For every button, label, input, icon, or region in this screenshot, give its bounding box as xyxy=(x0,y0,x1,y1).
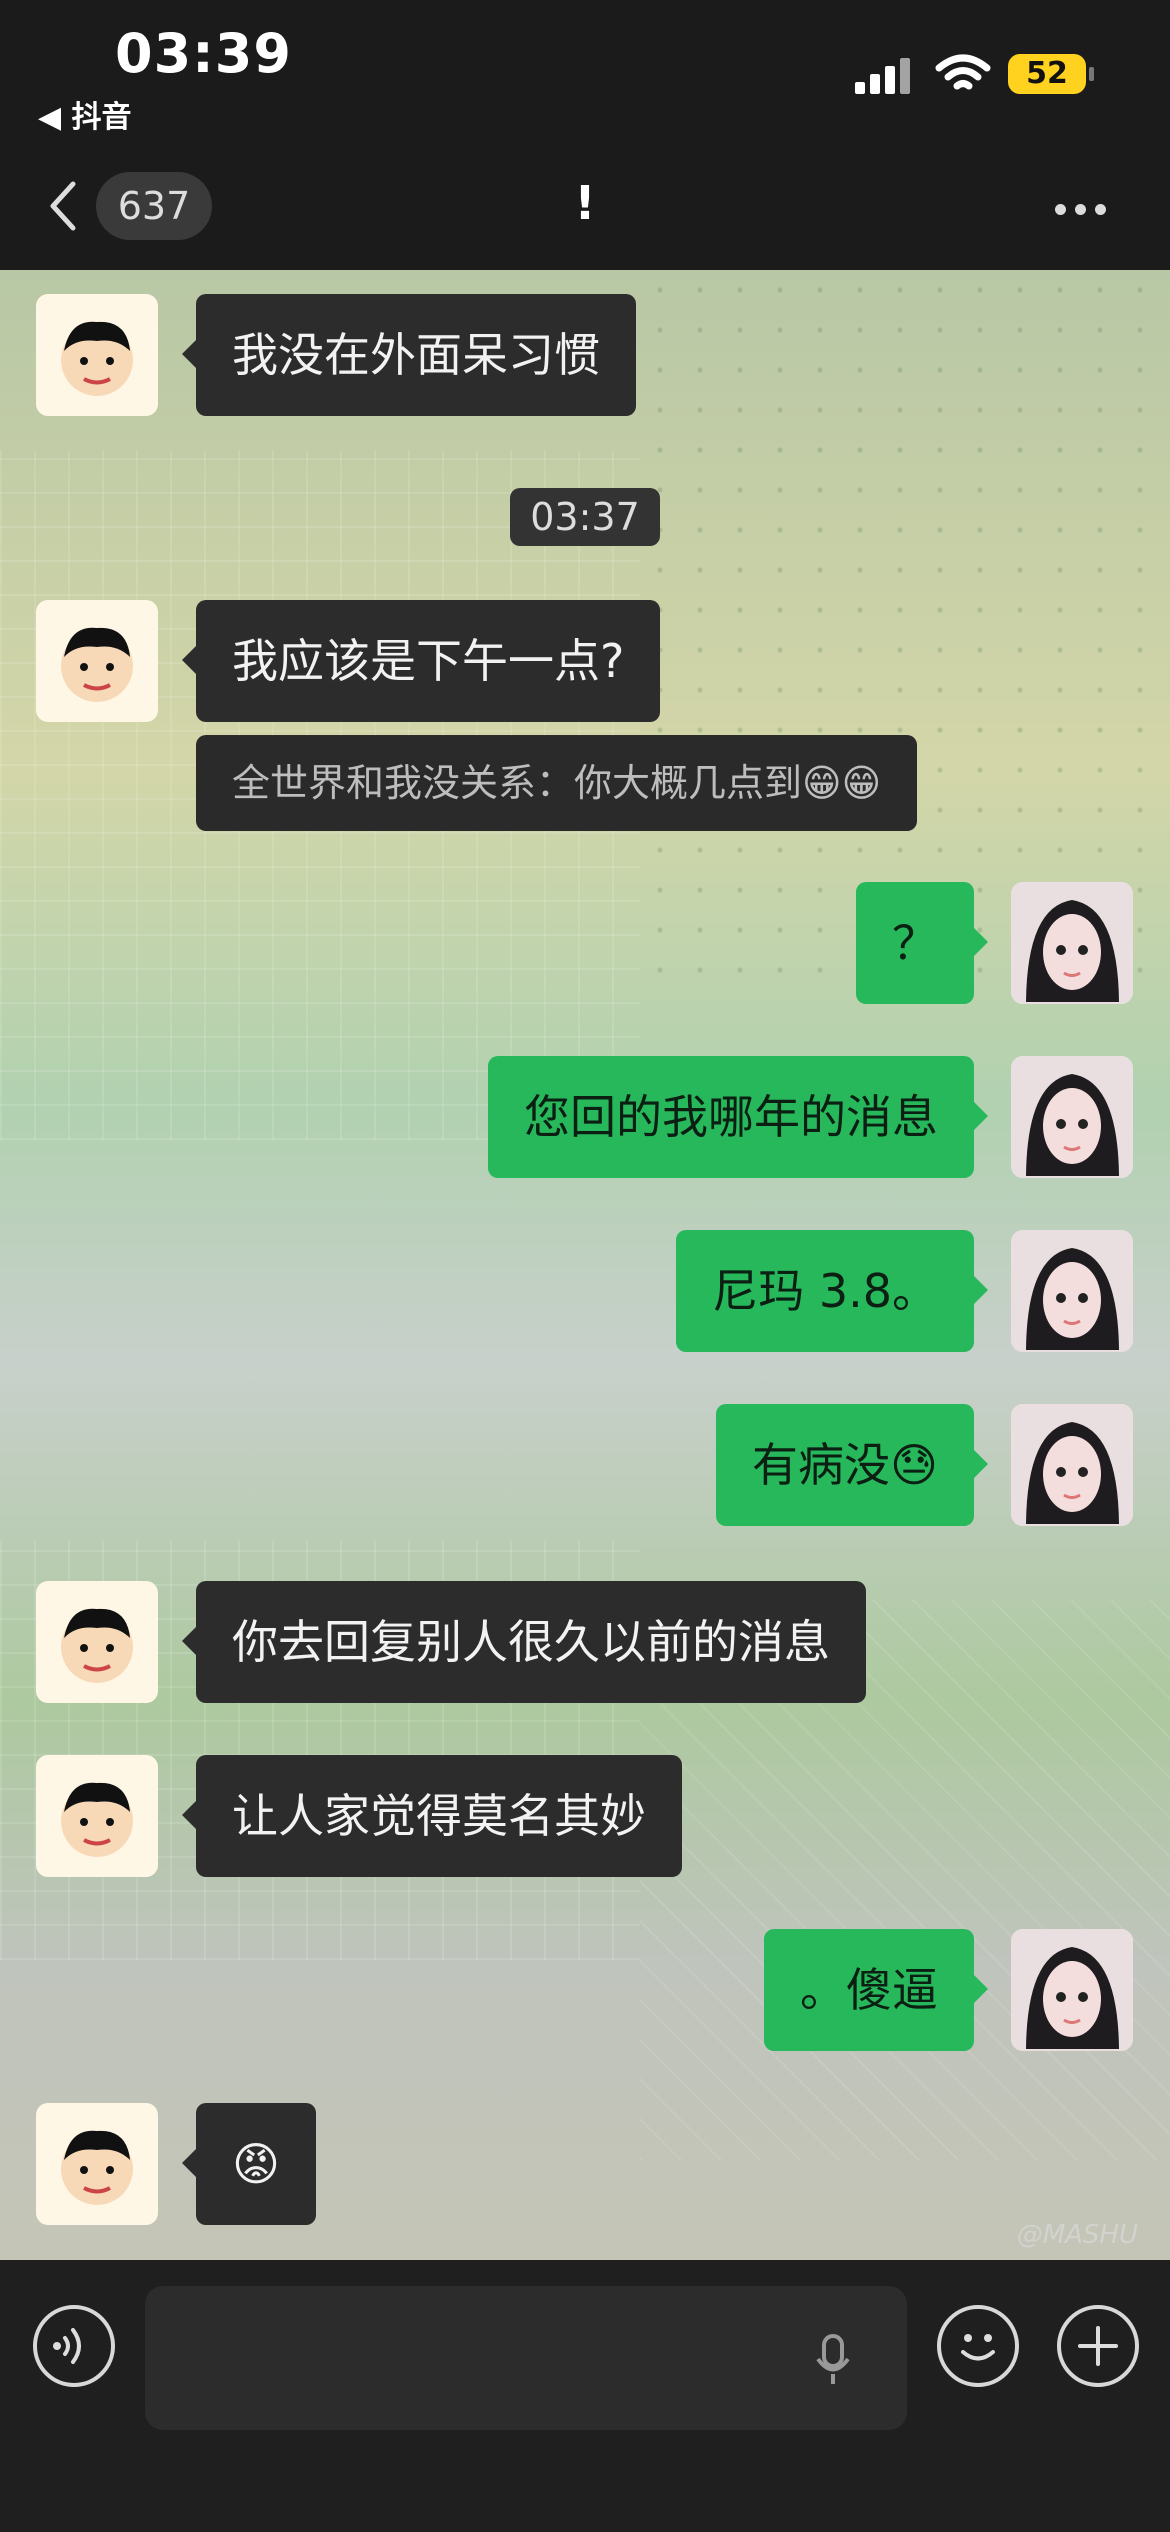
contact-avatar[interactable] xyxy=(36,1581,158,1703)
contact-avatar[interactable] xyxy=(36,2103,158,2225)
user-avatar[interactable] xyxy=(1011,1056,1133,1178)
outgoing-message-bubble[interactable]: 有病没😓 xyxy=(716,1404,988,1526)
more-icon[interactable] xyxy=(1055,200,1115,215)
contact-avatar[interactable] xyxy=(36,294,158,416)
chat-title: ! xyxy=(574,176,596,230)
back-chevron-icon[interactable] xyxy=(45,178,79,234)
bottom-input-bar xyxy=(0,2260,1170,2532)
incoming-message-bubble[interactable]: 让人家觉得莫名其妙 xyxy=(182,1755,682,1877)
add-attachment-button[interactable] xyxy=(1057,2305,1139,2387)
user-avatar[interactable] xyxy=(1011,882,1133,1004)
outgoing-message-bubble[interactable]: ？ xyxy=(856,882,988,1004)
quoted-message[interactable]: 全世界和我没关系：你大概几点到😁😁 xyxy=(196,735,918,831)
message-input[interactable] xyxy=(145,2286,907,2430)
wifi-icon xyxy=(935,54,991,90)
incoming-message-bubble[interactable]: 我没在外面呆习惯 xyxy=(182,294,636,416)
contact-avatar[interactable] xyxy=(36,600,158,722)
microphone-icon[interactable] xyxy=(813,2332,853,2388)
voice-input-button[interactable] xyxy=(33,2305,115,2387)
battery-icon: 52 xyxy=(1008,54,1094,94)
user-avatar[interactable] xyxy=(1011,1404,1133,1526)
incoming-message-bubble[interactable]: 你去回复别人很久以前的消息 xyxy=(182,1581,866,1703)
top-bar: 03:39 ◀ 抖音 52 637 ! xyxy=(0,0,1170,270)
cellular-signal-icon xyxy=(855,58,915,94)
contact-avatar[interactable] xyxy=(36,1755,158,1877)
user-avatar[interactable] xyxy=(1011,1929,1133,2051)
outgoing-message-bubble[interactable]: 。傻逼 xyxy=(764,1929,988,2051)
message-timestamp: 03:37 xyxy=(510,488,660,546)
chat-area[interactable]: @MASHU 我没在外面呆习惯 03:37 我应该是下午一点? 全世界和我没关系… xyxy=(0,270,1170,2260)
back-to-app-link[interactable]: ◀ 抖音 xyxy=(38,92,132,136)
user-avatar[interactable] xyxy=(1011,1230,1133,1352)
unread-count-badge[interactable]: 637 xyxy=(96,172,212,240)
emoji-button[interactable] xyxy=(937,2305,1019,2387)
emoji-message-bubble[interactable]: 😡 xyxy=(182,2103,316,2225)
incoming-message-bubble[interactable]: 我应该是下午一点? xyxy=(181,600,661,722)
outgoing-message-bubble[interactable]: 尼玛 3.8。 xyxy=(676,1230,988,1352)
background-watermark: @MASHU xyxy=(1016,2220,1138,2250)
outgoing-message-bubble[interactable]: 您回的我哪年的消息 xyxy=(488,1056,988,1178)
status-time: 03:39 xyxy=(115,22,292,85)
